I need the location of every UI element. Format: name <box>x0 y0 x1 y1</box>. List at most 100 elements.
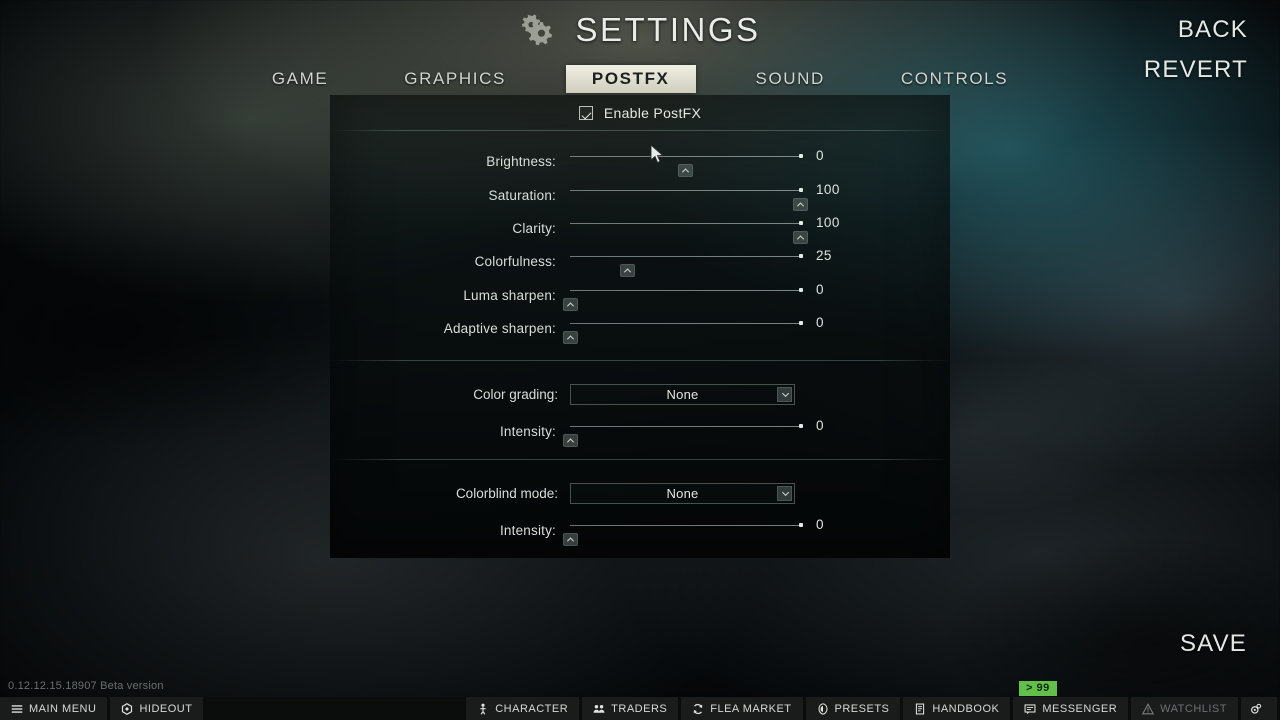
luma-sharpen-value: 0 <box>816 281 824 297</box>
chevron-down-icon[interactable] <box>777 485 792 501</box>
taskbar-label: WATCHLIST <box>1160 702 1227 715</box>
slider-end-dot <box>799 423 803 428</box>
slider-end-dot <box>799 154 803 159</box>
tab-game[interactable]: GAME <box>256 64 344 94</box>
colorblind-intensity-handle[interactable] <box>562 532 578 546</box>
colorblind-intensity-slider[interactable]: 0 <box>562 514 824 547</box>
tab-controls[interactable]: CONTROLS <box>885 64 1024 94</box>
adaptive-sharpen-slider[interactable]: 0 <box>562 312 824 345</box>
primary-slider-group: Brightness: 0 Saturation: 100 Clarity: 1… <box>330 131 950 345</box>
slider-track <box>570 425 800 427</box>
color-grading-intensity-slider[interactable]: 0 <box>562 415 824 448</box>
colorblind-mode-label: Colorblind mode: <box>455 485 558 501</box>
taskbar-item-presets[interactable]: PRESETS <box>805 697 901 720</box>
taskbar-item-settings[interactable] <box>1241 697 1277 720</box>
setting-row-brightness: Brightness: 0 <box>330 145 950 178</box>
setting-row-colorblind-mode: Colorblind mode: None <box>330 474 950 512</box>
color-grading-value: None <box>666 386 699 402</box>
gears-icon <box>522 14 553 46</box>
saturation-slider-handle[interactable] <box>792 197 808 211</box>
adaptive-sharpen-slider-handle[interactable] <box>562 331 578 345</box>
setting-row-adaptive-sharpen: Adaptive sharpen: 0 <box>330 312 950 345</box>
setting-row-luma-sharpen: Luma sharpen: 0 <box>330 279 950 312</box>
chat-icon <box>1024 703 1036 714</box>
color-grading-intensity-handle[interactable] <box>562 433 578 447</box>
title-row: SETTINGS <box>0 8 1280 52</box>
save-button[interactable]: SAVE <box>1180 630 1247 658</box>
setting-row-colorfulness: Colorfulness: 25 <box>330 245 950 278</box>
revert-button[interactable]: REVERT <box>1144 56 1248 84</box>
slider-track <box>570 222 800 224</box>
adaptive-sharpen-value: 0 <box>816 315 824 331</box>
taskbar-item-traders[interactable]: TRADERS <box>582 697 679 720</box>
page-title: SETTINGS <box>575 11 761 48</box>
setting-row-color-grading-intensity: Intensity: 0 <box>330 413 950 449</box>
colorfulness-slider-handle[interactable] <box>620 264 635 278</box>
taskbar-item-handbook[interactable]: HANDBOOK <box>903 697 1011 720</box>
enable-postfx-label: Enable PostFX <box>603 104 702 121</box>
tab-sound[interactable]: SOUND <box>740 64 841 94</box>
colorblind-mode-dropdown[interactable]: None <box>570 482 795 504</box>
luma-sharpen-slider-handle[interactable] <box>562 297 578 311</box>
setting-row-colorblind-intensity: Intensity: 0 <box>330 512 950 548</box>
saturation-slider[interactable]: 100 <box>570 179 839 212</box>
setting-row-clarity: Clarity: 100 <box>330 212 950 245</box>
slider-end-dot <box>799 254 803 259</box>
taskbar-label: HIDEOUT <box>139 702 193 715</box>
brightness-slider-handle[interactable] <box>677 164 693 178</box>
luma-sharpen-label: Luma sharpen: <box>463 287 556 303</box>
slider-track <box>570 289 800 291</box>
clarity-label: Clarity: <box>512 220 556 236</box>
taskbar-label: HANDBOOK <box>932 702 1000 715</box>
taskbar-item-watchlist[interactable]: WATCHLIST <box>1131 697 1238 720</box>
brightness-slider[interactable]: 0 <box>570 145 824 178</box>
saturation-value: 100 <box>816 181 840 197</box>
settings-header: SETTINGS GAME GRAPHICS POSTFX SOUND CONT… <box>0 0 1280 95</box>
colorfulness-slider[interactable]: 25 <box>570 245 831 278</box>
back-button[interactable]: BACK <box>1144 16 1248 44</box>
colorfulness-label: Colorfulness: <box>474 254 556 270</box>
color-grading-label: Color grading: <box>473 386 558 402</box>
tab-graphics[interactable]: GRAPHICS <box>388 64 522 94</box>
slider-track <box>570 189 800 191</box>
shield-icon <box>817 702 828 715</box>
adaptive-sharpen-label: Adaptive sharpen: <box>443 321 556 337</box>
taskbar-label: TRADERS <box>611 702 668 715</box>
clarity-value: 100 <box>816 214 840 230</box>
saturation-label: Saturation: <box>488 187 556 203</box>
hexagon-icon <box>122 702 133 715</box>
clarity-slider[interactable]: 100 <box>570 212 839 245</box>
chevron-down-icon[interactable] <box>777 386 792 402</box>
luma-sharpen-slider[interactable]: 0 <box>562 279 824 312</box>
settings-gear-icon <box>1251 703 1262 714</box>
taskbar-label: FLEA MARKET <box>710 702 792 715</box>
taskbar-item-main-menu[interactable]: MAIN MENU <box>0 697 108 720</box>
status-badge[interactable]: > 99 <box>1019 681 1057 696</box>
slider-end-dot <box>799 287 803 292</box>
color-grading-intensity-label: Intensity: <box>499 423 556 439</box>
slider-end-dot <box>799 522 803 527</box>
tab-postfx[interactable]: POSTFX <box>565 65 696 93</box>
color-grading-group: Color grading: None Intensity: 0 <box>330 361 950 449</box>
people-icon <box>593 704 605 713</box>
enable-postfx-row[interactable]: Enable PostFX <box>330 95 950 130</box>
slider-track <box>570 323 800 325</box>
version-text: 0.12.12.15.18907 Beta version <box>8 680 164 692</box>
header-actions: BACK REVERT <box>1144 16 1248 96</box>
warning-icon <box>1142 702 1155 714</box>
taskbar-item-messenger[interactable]: MESSENGER <box>1013 697 1129 720</box>
enable-postfx-checkbox[interactable] <box>578 105 593 120</box>
clarity-slider-handle[interactable] <box>792 230 808 244</box>
slider-track <box>570 256 800 258</box>
colorblind-mode-value: None <box>666 485 699 501</box>
colorblind-group: Colorblind mode: None Intensity: 0 <box>330 460 950 548</box>
taskbar-item-character[interactable]: CHARACTER <box>466 697 580 720</box>
taskbar-item-hideout[interactable]: HIDEOUT <box>110 697 204 720</box>
taskbar: MAIN MENU HIDEOUT CHARACTER TRADERS FLEA… <box>0 697 1280 720</box>
refresh-icon <box>694 703 703 714</box>
colorblind-intensity-label: Intensity: <box>499 522 556 538</box>
colorblind-intensity-value: 0 <box>816 516 824 532</box>
person-icon <box>480 703 486 715</box>
color-grading-dropdown[interactable]: None <box>570 383 795 405</box>
taskbar-item-flea-market[interactable]: FLEA MARKET <box>681 697 803 720</box>
